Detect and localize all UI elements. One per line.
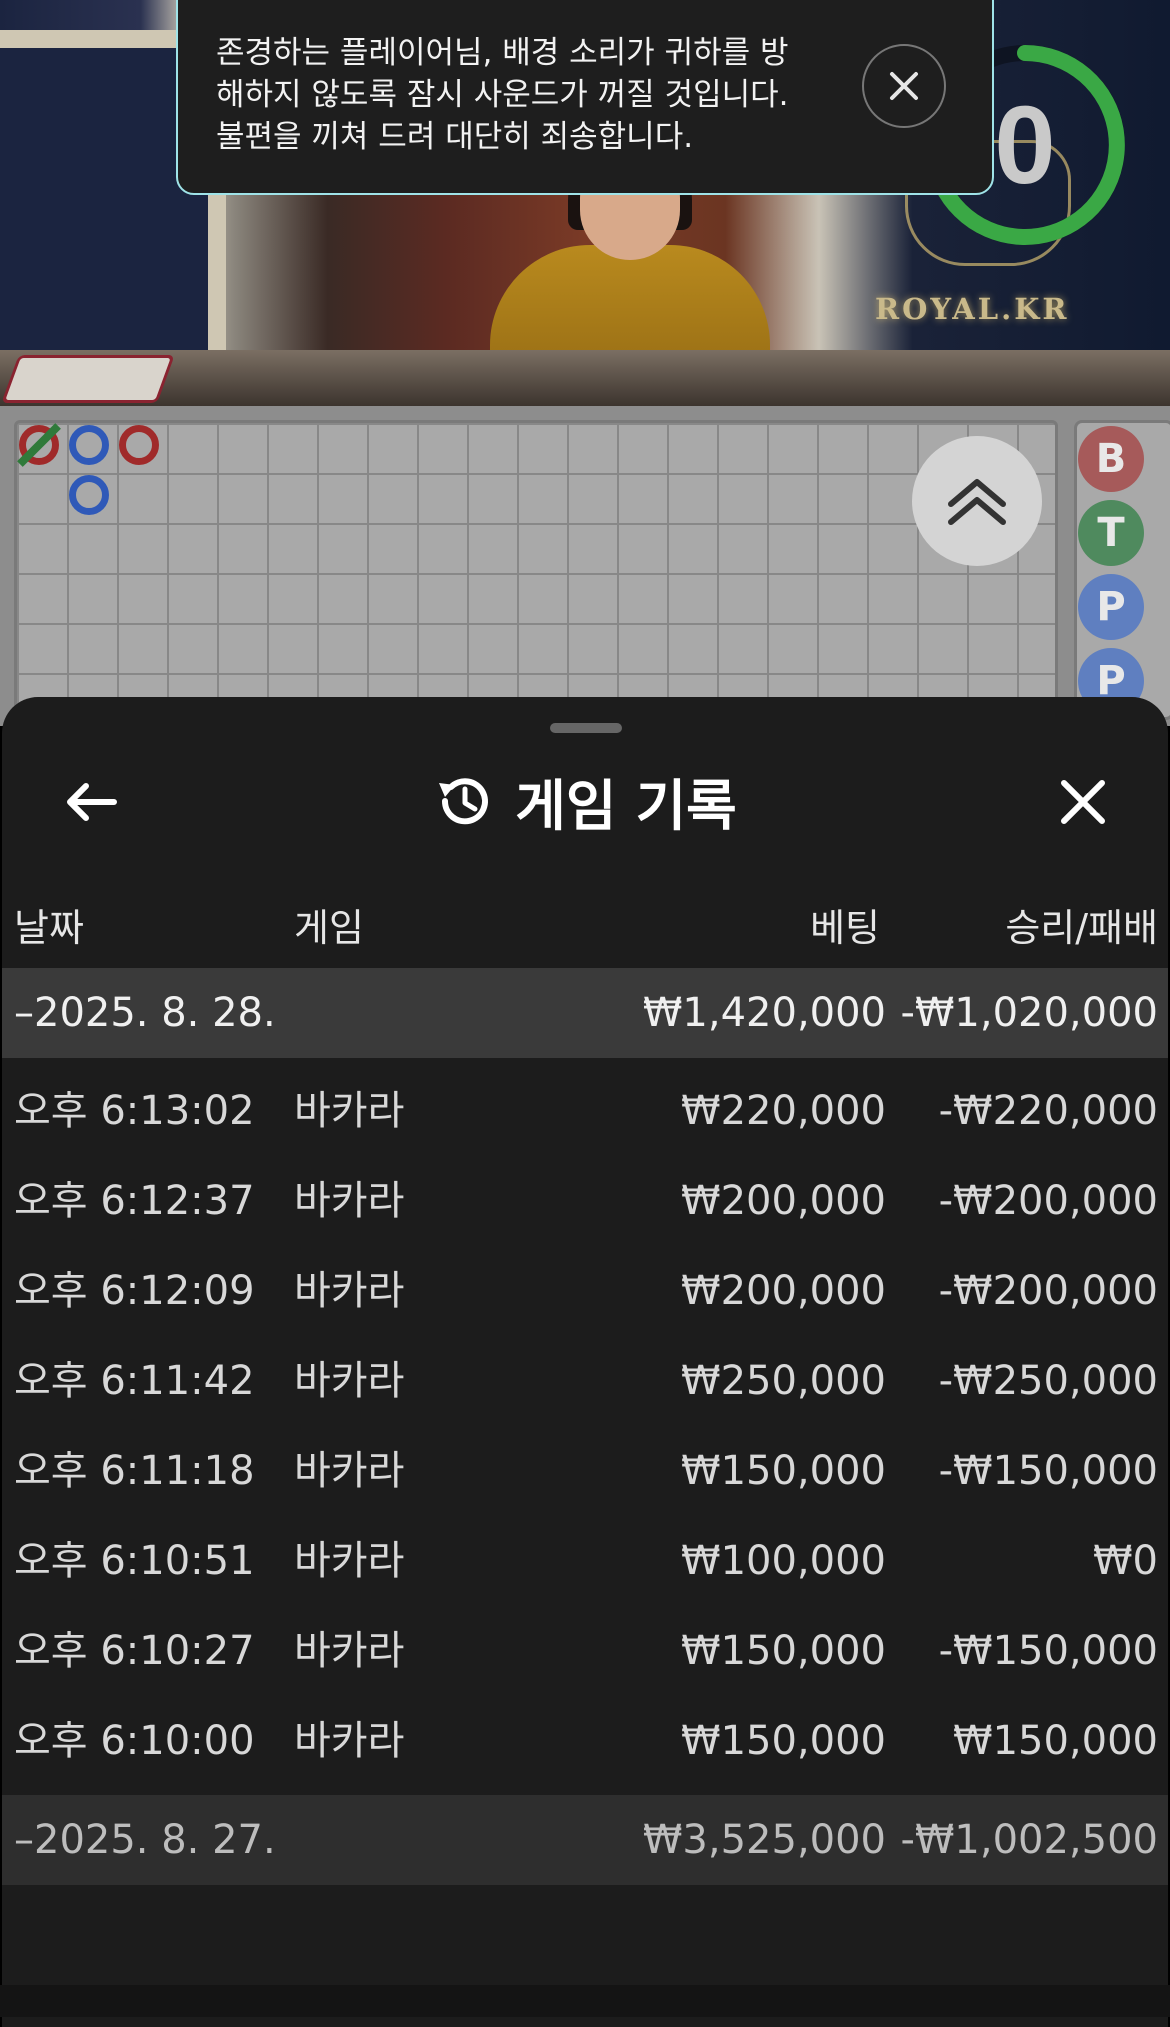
- table-row[interactable]: 오후 6:11:42 바카라 ₩250,000 -₩250,000: [2, 1336, 1168, 1426]
- sheet-header: 게임 기록: [2, 759, 1168, 843]
- row-time: 오후 6:11:18: [14, 1448, 255, 1494]
- row-time: 오후 6:10:00: [14, 1718, 255, 1764]
- row-game: 바카라: [294, 1628, 405, 1674]
- group-bet-total: ₩1,420,000: [642, 990, 886, 1036]
- row-game: 바카라: [294, 1358, 405, 1404]
- toast-close-button[interactable]: [862, 44, 946, 128]
- row-win-loss: -₩220,000: [938, 1088, 1158, 1134]
- column-header-game: 게임: [294, 906, 364, 950]
- result-banker: [119, 425, 159, 465]
- table-edge: [0, 350, 1170, 406]
- bottom-bar: [0, 1985, 1170, 2017]
- predict-tie-button[interactable]: T: [1078, 500, 1144, 566]
- sheet-drag-handle[interactable]: [550, 723, 622, 733]
- row-game: 바카라: [294, 1448, 405, 1494]
- row-bet: ₩200,000: [681, 1268, 886, 1314]
- group-date: –2025. 8. 27.: [14, 1817, 276, 1863]
- row-win-loss: -₩150,000: [938, 1448, 1158, 1494]
- row-bet: ₩220,000: [681, 1088, 886, 1134]
- row-game: 바카라: [294, 1268, 405, 1314]
- group-date: –2025. 8. 28.: [14, 990, 276, 1036]
- row-time: 오후 6:12:37: [14, 1178, 255, 1224]
- double-chevron-up-icon: [948, 479, 1006, 525]
- group-bet-total: ₩3,525,000: [642, 1817, 886, 1863]
- row-win-loss: -₩250,000: [938, 1358, 1158, 1404]
- sound-notice-toast: 존경하는 플레이어님, 배경 소리가 귀하를 방해하지 않도록 잠시 사운드가 …: [176, 0, 994, 195]
- row-time: 오후 6:13:02: [14, 1088, 255, 1134]
- column-header-bet: 베팅: [810, 906, 880, 950]
- table-row[interactable]: 오후 6:12:37 바카라 ₩200,000 -₩200,000: [2, 1156, 1168, 1246]
- date-group-row[interactable]: –2025. 8. 28. ₩1,420,000 -₩1,020,000: [2, 968, 1168, 1058]
- row-time: 오후 6:11:42: [14, 1358, 255, 1404]
- bead-road-grid: [14, 420, 1058, 720]
- row-time: 오후 6:12:09: [14, 1268, 255, 1314]
- predict-banker-button[interactable]: B: [1078, 426, 1144, 492]
- row-win-loss: -₩200,000: [938, 1178, 1158, 1224]
- row-win-loss: -₩150,000: [938, 1628, 1158, 1674]
- game-history-sheet: 게임 기록 날짜 게임 베팅 승리/패배 –2025. 8. 28. ₩1,42…: [2, 697, 1168, 2027]
- history-icon: [439, 778, 489, 825]
- row-game: 바카라: [294, 1178, 405, 1224]
- logo-text: ROYAL.KR: [875, 292, 1070, 326]
- toast-message: 존경하는 플레이어님, 배경 소리가 귀하를 방해하지 않도록 잠시 사운드가 …: [216, 35, 789, 155]
- table-row[interactable]: 오후 6:10:51 바카라 ₩100,000 ₩0: [2, 1516, 1168, 1606]
- row-win-loss: ₩150,000: [953, 1718, 1158, 1764]
- row-bet: ₩100,000: [681, 1538, 886, 1584]
- result-player: [69, 425, 109, 465]
- table-row[interactable]: 오후 6:10:00 바카라 ₩150,000 ₩150,000: [2, 1696, 1168, 1786]
- row-bet: ₩150,000: [681, 1628, 886, 1674]
- row-bet: ₩150,000: [681, 1718, 886, 1764]
- row-win-loss: -₩200,000: [938, 1268, 1158, 1314]
- close-sheet-button[interactable]: [1048, 767, 1118, 837]
- table-row[interactable]: 오후 6:11:18 바카라 ₩150,000 -₩150,000: [2, 1426, 1168, 1516]
- table-row[interactable]: 오후 6:10:27 바카라 ₩150,000 -₩150,000: [2, 1606, 1168, 1696]
- column-header-win-loss: 승리/패배: [1005, 906, 1158, 950]
- result-player: [69, 475, 109, 515]
- row-bet: ₩250,000: [681, 1358, 886, 1404]
- date-group-row[interactable]: –2025. 8. 27. ₩3,525,000 -₩1,002,500: [2, 1795, 1168, 1885]
- table-row[interactable]: 오후 6:13:02 바카라 ₩220,000 -₩220,000: [2, 1066, 1168, 1156]
- page-title: 게임 기록: [515, 774, 737, 838]
- row-game: 바카라: [294, 1718, 405, 1764]
- expand-roadmap-button[interactable]: [912, 436, 1042, 566]
- column-header-date: 날짜: [14, 906, 84, 950]
- card-shoe: [1, 355, 175, 403]
- predict-player-button[interactable]: P: [1078, 574, 1144, 640]
- row-win-loss: ₩0: [1093, 1538, 1158, 1584]
- row-game: 바카라: [294, 1538, 405, 1584]
- row-game: 바카라: [294, 1088, 405, 1134]
- group-win-loss-total: -₩1,020,000: [900, 990, 1158, 1036]
- row-bet: ₩200,000: [681, 1178, 886, 1224]
- row-bet: ₩150,000: [681, 1448, 886, 1494]
- group-win-loss-total: -₩1,002,500: [900, 1817, 1158, 1863]
- table-row[interactable]: 오후 6:12:09 바카라 ₩200,000 -₩200,000: [2, 1246, 1168, 1336]
- row-time: 오후 6:10:51: [14, 1538, 255, 1584]
- close-icon: [890, 72, 918, 100]
- row-time: 오후 6:10:27: [14, 1628, 255, 1674]
- close-icon: [1061, 780, 1105, 824]
